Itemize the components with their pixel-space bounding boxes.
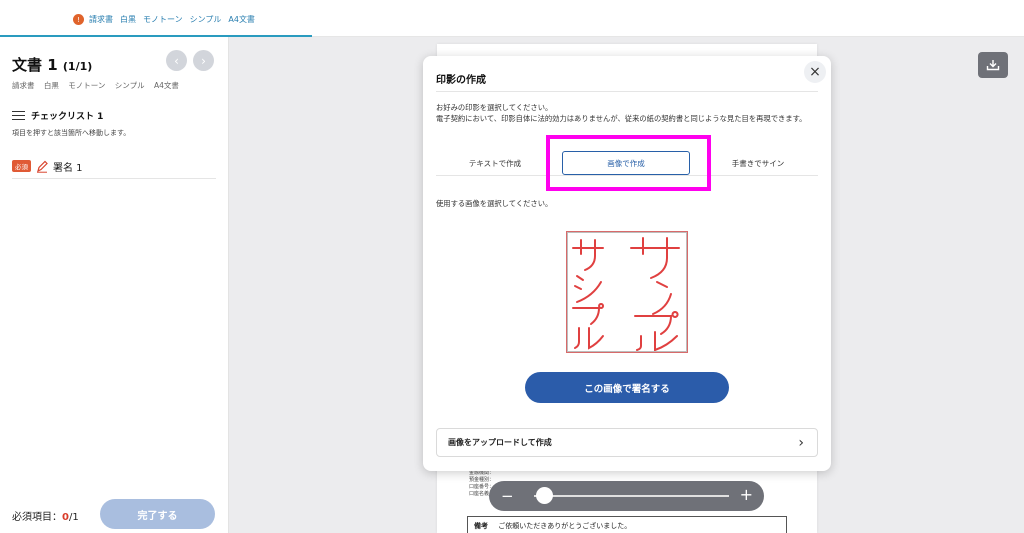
upload-image-label: 画像をアップロードして作成 [448,438,552,447]
complete-button[interactable]: 完了する [100,499,215,529]
document-title-text: 文書 1 [12,56,58,74]
zoom-control: − + [489,481,764,511]
description-line: お好みの印影を選択してください。 [436,103,553,112]
pencil-icon [37,160,48,173]
tab-create-with-image[interactable]: 画像で作成 [562,151,690,175]
creation-method-tabs: テキストで作成 画像で作成 手書きでサイン [436,151,818,176]
download-button[interactable] [978,52,1008,78]
required-label: 必須項目： [12,512,62,523]
chevron-right-icon: › [798,435,804,451]
document-tag: モノトーン [68,81,106,90]
document-tags: 請求書 白黒 モノトーン シンプル A4文書 [12,80,186,91]
seal-creation-modal: 印影の作成 × お好みの印影を選択してください。 電子契約において、印影自体に法… [423,56,831,471]
close-icon: × [809,64,821,80]
tab-tag: A4文書 [228,15,255,24]
required-done-count: 0 [62,512,69,523]
top-tab-bar: ! 請求書 白黒 モノトーン シンプル A4文書 [0,0,1024,37]
document-tag: A4文書 [153,81,179,90]
sign-with-this-image-button[interactable]: この画像で署名する [525,372,729,403]
document-tag: 請求書 [12,81,35,90]
zoom-in-button[interactable]: + [740,486,753,504]
close-button[interactable]: × [804,61,826,83]
tab-tag: 白黒 [120,15,136,24]
checklist-description: 項目を押すと該当箇所へ移動します。 [12,129,131,137]
remarks-label: 備考 [474,522,488,530]
description-line: 電子契約において、印影自体に法的効力はありませんが、従来の紙の契約書と同じような… [436,114,807,123]
tab-create-with-text[interactable]: テキストで作成 [436,151,554,176]
required-items-count: 必須項目：0/1 [12,508,79,523]
document-title: 文書 1 (1/1) [12,54,92,75]
list-icon [12,110,25,121]
zoom-slider-thumb[interactable] [535,487,553,504]
bank-info-line: 預金種別： [469,477,495,483]
signature-item-label: 署名 1 [53,162,83,174]
sample-seal-image[interactable] [566,231,688,353]
modal-description: お好みの印影を選択してください。 電子契約において、印影自体に法的効力はありませ… [436,102,820,124]
document-count: (1/1) [62,60,93,73]
prev-document-button[interactable]: ‹ [166,50,187,71]
download-icon [986,60,1000,71]
remarks-box: 備考 ご依頼いただきありがとうございました。 [467,516,787,533]
tab-handwritten-signature[interactable]: 手書きでサイン [698,151,818,176]
upload-image-row[interactable]: 画像をアップロードして作成 › [436,428,818,457]
required-total-count: /1 [68,512,79,523]
document-tag: シンプル [114,81,145,90]
alert-badge-icon: ! [73,14,84,25]
checklist-title: チェックリスト 1 [31,112,104,122]
zoom-slider-track[interactable] [534,495,729,497]
divider [436,91,818,92]
remarks-text: ご依頼いただきありがとうございました。 [498,522,632,530]
chevron-right-icon: › [201,53,206,68]
tab-tag: 請求書 [89,15,113,24]
checklist-header: チェックリスト 1 [12,109,103,122]
next-document-button[interactable]: › [193,50,214,71]
tab-tag: シンプル [189,15,222,24]
checklist-item-signature[interactable]: 必須 署名 1 [12,154,216,179]
sidebar: 文書 1 (1/1) ‹ › 請求書 白黒 モノトーン シンプル A4文書 チェ… [0,37,229,533]
modal-title: 印影の作成 [436,75,486,86]
bank-info-line: 金融機関： [469,470,495,476]
seal-glyphs [572,237,680,351]
required-badge: 必須 [12,160,31,172]
select-image-label: 使用する画像を選択してください。 [436,199,553,208]
zoom-out-button[interactable]: − [501,487,514,505]
tab-tag: モノトーン [143,15,183,24]
chevron-left-icon: ‹ [174,53,179,68]
document-tag: 白黒 [43,81,59,90]
document-tab[interactable]: ! 請求書 白黒 モノトーン シンプル A4文書 [0,0,312,37]
